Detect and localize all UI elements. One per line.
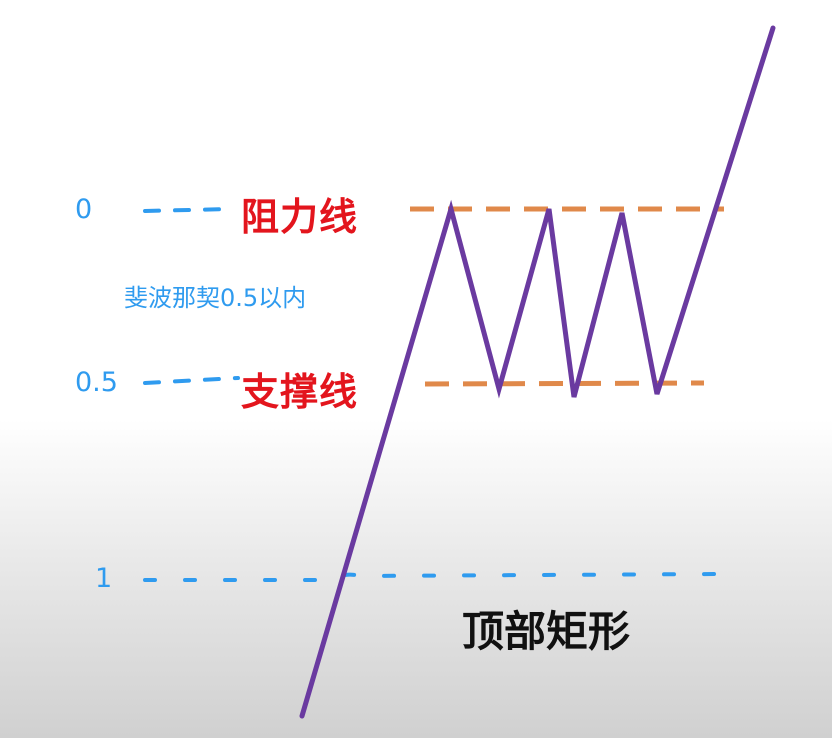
level-0-dash <box>143 207 234 213</box>
fibonacci-note: 斐波那契0.5以内 <box>124 284 307 312</box>
resistance-label: 阻力线 <box>241 195 359 239</box>
support-label: 支撑线 <box>241 370 359 414</box>
diagram-title: 顶部矩形 <box>462 607 631 656</box>
diagram-canvas <box>143 25 776 719</box>
level-label-0.5: 0.5 <box>75 367 118 398</box>
level-label-0: 0 <box>75 194 93 225</box>
level-0.5-dash <box>143 376 240 385</box>
level-label-1: 1 <box>95 563 113 594</box>
level-1-dash <box>143 572 722 582</box>
